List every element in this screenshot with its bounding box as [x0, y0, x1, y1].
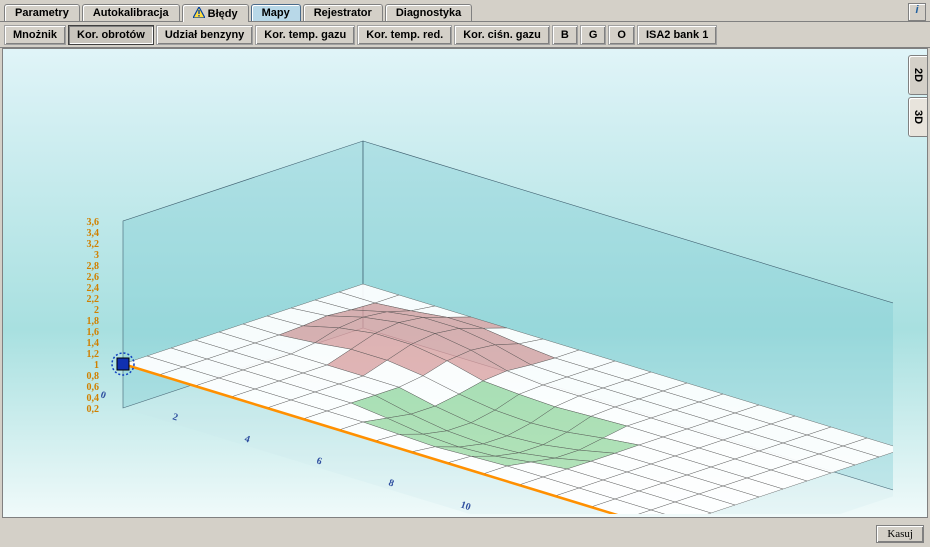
svg-text:1,8: 1,8	[87, 316, 100, 327]
tab-autokalibracja[interactable]: Autokalibracja	[82, 4, 180, 21]
svg-text:2,6: 2,6	[87, 272, 100, 283]
svg-text:2,2: 2,2	[87, 294, 100, 305]
subtab-o[interactable]: O	[608, 25, 635, 45]
main-tabs: Parametry Autokalibracja Błędy Mapy Reje…	[0, 0, 930, 22]
svg-text:0,8: 0,8	[87, 371, 100, 382]
tab-mapy[interactable]: Mapy	[251, 4, 301, 21]
subtab-isa2[interactable]: ISA2 bank 1	[637, 25, 717, 45]
subtab-udzial-benzyny[interactable]: Udział benzyny	[156, 25, 253, 45]
chart-3d[interactable]: 0,20,40,60,811,21,41,61,822,22,42,62,833…	[23, 59, 893, 514]
subtab-kor-obrotow[interactable]: Kor. obrotów	[68, 25, 154, 45]
svg-text:1,6: 1,6	[87, 327, 100, 338]
svg-text:1,2: 1,2	[87, 349, 100, 360]
svg-text:1,4: 1,4	[87, 338, 100, 349]
tab-rejestrator[interactable]: Rejestrator	[303, 4, 383, 21]
map-subtabs: Mnożnik Kor. obrotów Udział benzyny Kor.…	[0, 22, 930, 48]
tab-diagnostyka[interactable]: Diagnostyka	[385, 4, 472, 21]
side-tab-2d[interactable]: 2D	[908, 55, 927, 95]
info-button[interactable]: i	[908, 3, 926, 21]
chart-main: 2D 3D 0,20,40,60,811,21,41,61,822,22,42,…	[2, 48, 928, 518]
subtab-mnoznik[interactable]: Mnożnik	[4, 25, 66, 45]
tab-bledy[interactable]: Błędy	[182, 4, 249, 22]
tab-parametry[interactable]: Parametry	[4, 4, 80, 21]
svg-text:2,8: 2,8	[87, 261, 100, 272]
side-tab-3d[interactable]: 3D	[908, 97, 927, 137]
subtab-kor-temp-gazu[interactable]: Kor. temp. gazu	[255, 25, 355, 45]
svg-text:3,6: 3,6	[87, 217, 100, 228]
svg-text:0: 0	[99, 390, 107, 402]
svg-text:2,4: 2,4	[87, 283, 100, 294]
svg-text:2: 2	[94, 305, 99, 316]
subtab-g[interactable]: G	[580, 25, 607, 45]
warning-icon	[193, 7, 205, 18]
svg-text:3,4: 3,4	[87, 228, 100, 239]
tab-bledy-label: Błędy	[208, 8, 238, 20]
svg-text:1: 1	[94, 360, 99, 371]
svg-text:3: 3	[94, 250, 99, 261]
subtab-kor-temp-red[interactable]: Kor. temp. red.	[357, 25, 452, 45]
svg-text:0,2: 0,2	[87, 404, 100, 415]
subtab-b[interactable]: B	[552, 25, 578, 45]
subtab-kor-cisn-gazu[interactable]: Kor. ciśn. gazu	[454, 25, 550, 45]
svg-text:0,4: 0,4	[87, 393, 100, 404]
kasuj-button[interactable]: Kasuj	[876, 525, 924, 543]
svg-text:0,6: 0,6	[87, 382, 100, 393]
svg-text:3,2: 3,2	[87, 239, 100, 250]
